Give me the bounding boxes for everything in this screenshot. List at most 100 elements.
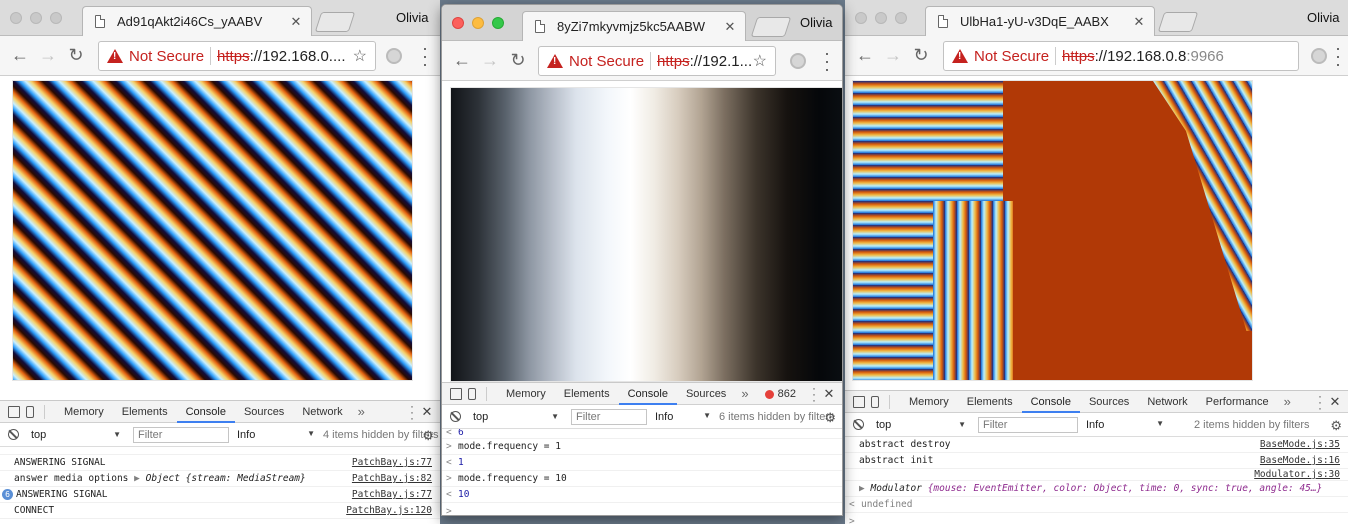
extension-icon[interactable] (386, 48, 402, 64)
back-arrow-icon[interactable]: ← (851, 45, 879, 66)
minimize-window-icon[interactable] (30, 12, 42, 24)
context-select[interactable]: top ▼ (876, 417, 966, 433)
new-tab-button[interactable] (750, 17, 792, 37)
new-tab-button[interactable] (1157, 12, 1199, 32)
device-toolbar-icon[interactable] (26, 405, 34, 418)
device-toolbar-icon[interactable] (468, 387, 476, 400)
devtools-menu-icon[interactable]: · · · (808, 382, 820, 406)
tab-sources[interactable]: Sources (235, 401, 293, 423)
browser-tab[interactable]: 8yZi7mkyvmjz5kc5AABW ✕ (522, 11, 746, 41)
reload-icon[interactable]: ↻ (62, 45, 90, 66)
new-tab-button[interactable] (314, 12, 356, 32)
reload-icon[interactable]: ↻ (907, 45, 935, 66)
context-select[interactable]: top ▼ (31, 427, 121, 443)
source-link[interactable]: PatchBay.js:77 (352, 489, 432, 500)
menu-dots-icon[interactable]: · · · (1333, 39, 1343, 73)
tab-network[interactable]: Network (293, 401, 351, 423)
more-tabs-icon[interactable]: » (352, 404, 371, 419)
error-count[interactable]: 862 (778, 388, 796, 400)
extension-icon[interactable] (1311, 48, 1327, 64)
profile-name[interactable]: Olivia (800, 15, 833, 30)
devtools-close-icon[interactable]: ✕ (418, 404, 436, 420)
close-window-icon[interactable] (10, 12, 22, 24)
more-tabs-icon[interactable]: » (1278, 394, 1297, 409)
tab-elements[interactable]: Elements (555, 383, 619, 405)
page-canvas[interactable] (450, 87, 842, 382)
forward-arrow-icon[interactable]: → (476, 50, 504, 71)
extension-icon[interactable] (790, 53, 806, 69)
tab-sources[interactable]: Sources (1080, 391, 1138, 413)
object-preview[interactable]: Object {stream: MediaStream} (146, 473, 306, 484)
minimize-window-icon[interactable] (875, 12, 887, 24)
forward-arrow-icon[interactable]: → (879, 45, 907, 66)
level-select[interactable]: Info ▼ (1086, 419, 1164, 431)
tab-elements[interactable]: Elements (113, 401, 177, 423)
tab-performance[interactable]: Performance (1197, 391, 1278, 413)
clear-console-icon[interactable] (8, 429, 19, 440)
device-toolbar-icon[interactable] (871, 395, 879, 408)
gear-icon[interactable]: ⚙ (422, 428, 434, 444)
tab-close-icon[interactable]: ✕ (1130, 14, 1148, 30)
source-link[interactable]: PatchBay.js:82 (352, 473, 432, 484)
address-bar[interactable]: Not Secure https ://192.168.0.... ☆ (98, 41, 376, 71)
level-select[interactable]: Info ▼ (237, 429, 315, 441)
console-prompt[interactable]: > (845, 513, 1348, 524)
profile-name[interactable]: Olivia (396, 10, 429, 25)
tab-close-icon[interactable]: ✕ (287, 14, 305, 30)
source-link[interactable]: Modulator.js:30 (1254, 469, 1340, 480)
source-link[interactable]: BaseMode.js:35 (1260, 439, 1340, 450)
filter-input[interactable]: Filter (133, 426, 229, 443)
bookmark-star-icon[interactable]: ☆ (353, 46, 367, 66)
close-window-icon[interactable] (855, 12, 867, 24)
console-prompt[interactable]: > (442, 503, 842, 516)
menu-dots-icon[interactable]: · · · (420, 39, 430, 73)
clear-console-icon[interactable] (450, 411, 461, 422)
browser-tab[interactable]: Ad91qAkt2i46Cs_yAABV ✕ (82, 6, 312, 36)
page-canvas[interactable] (852, 80, 1253, 381)
devtools-menu-icon[interactable]: · · · (406, 400, 418, 424)
object-preview[interactable]: {mouse: EventEmitter, color: Object, tim… (928, 483, 1323, 494)
inspect-icon[interactable] (450, 387, 462, 400)
context-select[interactable]: top ▼ (473, 409, 559, 425)
inspect-icon[interactable] (8, 405, 20, 418)
level-select[interactable]: Info ▼ (655, 411, 711, 423)
filter-input[interactable]: Filter (978, 416, 1078, 433)
tab-memory[interactable]: Memory (900, 391, 958, 413)
source-link[interactable]: PatchBay.js:77 (352, 457, 432, 468)
gear-icon[interactable]: ⚙ (824, 410, 836, 426)
expand-triangle-icon[interactable]: ▶ (859, 483, 865, 494)
devtools-close-icon[interactable]: ✕ (820, 386, 838, 402)
menu-dots-icon[interactable]: · · · (822, 44, 832, 78)
back-arrow-icon[interactable]: ← (448, 50, 476, 71)
tab-sources[interactable]: Sources (677, 383, 735, 405)
devtools-close-icon[interactable]: ✕ (1326, 394, 1344, 410)
inspect-icon[interactable] (853, 395, 865, 408)
tab-console[interactable]: Console (176, 401, 235, 423)
object-name[interactable]: Modulator (870, 483, 921, 494)
source-link[interactable]: PatchBay.js:120 (346, 505, 432, 516)
bookmark-star-icon[interactable]: ☆ (753, 51, 767, 71)
tab-elements[interactable]: Elements (958, 391, 1022, 413)
address-bar[interactable]: Not Secure https ://192.1... ☆ (538, 46, 776, 76)
forward-arrow-icon[interactable]: → (34, 45, 62, 66)
tab-console[interactable]: Console (1021, 391, 1080, 413)
address-bar[interactable]: Not Secure https ://192.168.0.8 :9966 (943, 41, 1299, 71)
back-arrow-icon[interactable]: ← (6, 45, 34, 66)
zoom-window-icon[interactable] (492, 17, 504, 29)
devtools-menu-icon[interactable]: · · · (1314, 390, 1326, 414)
filter-input[interactable]: Filter (571, 408, 647, 425)
close-window-icon[interactable] (452, 17, 464, 29)
more-tabs-icon[interactable]: » (735, 386, 754, 401)
tab-close-icon[interactable]: ✕ (721, 19, 739, 35)
profile-name[interactable]: Olivia (1307, 10, 1340, 25)
tab-memory[interactable]: Memory (497, 383, 555, 405)
zoom-window-icon[interactable] (50, 12, 62, 24)
expand-triangle-icon[interactable]: ▶ (134, 473, 140, 484)
gear-icon[interactable]: ⚙ (1330, 418, 1342, 434)
tab-memory[interactable]: Memory (55, 401, 113, 423)
zoom-window-icon[interactable] (895, 12, 907, 24)
minimize-window-icon[interactable] (472, 17, 484, 29)
reload-icon[interactable]: ↻ (504, 50, 532, 71)
browser-tab[interactable]: UlbHa1-yU-v3DqE_AABX ✕ (925, 6, 1155, 36)
tab-network[interactable]: Network (1138, 391, 1196, 413)
